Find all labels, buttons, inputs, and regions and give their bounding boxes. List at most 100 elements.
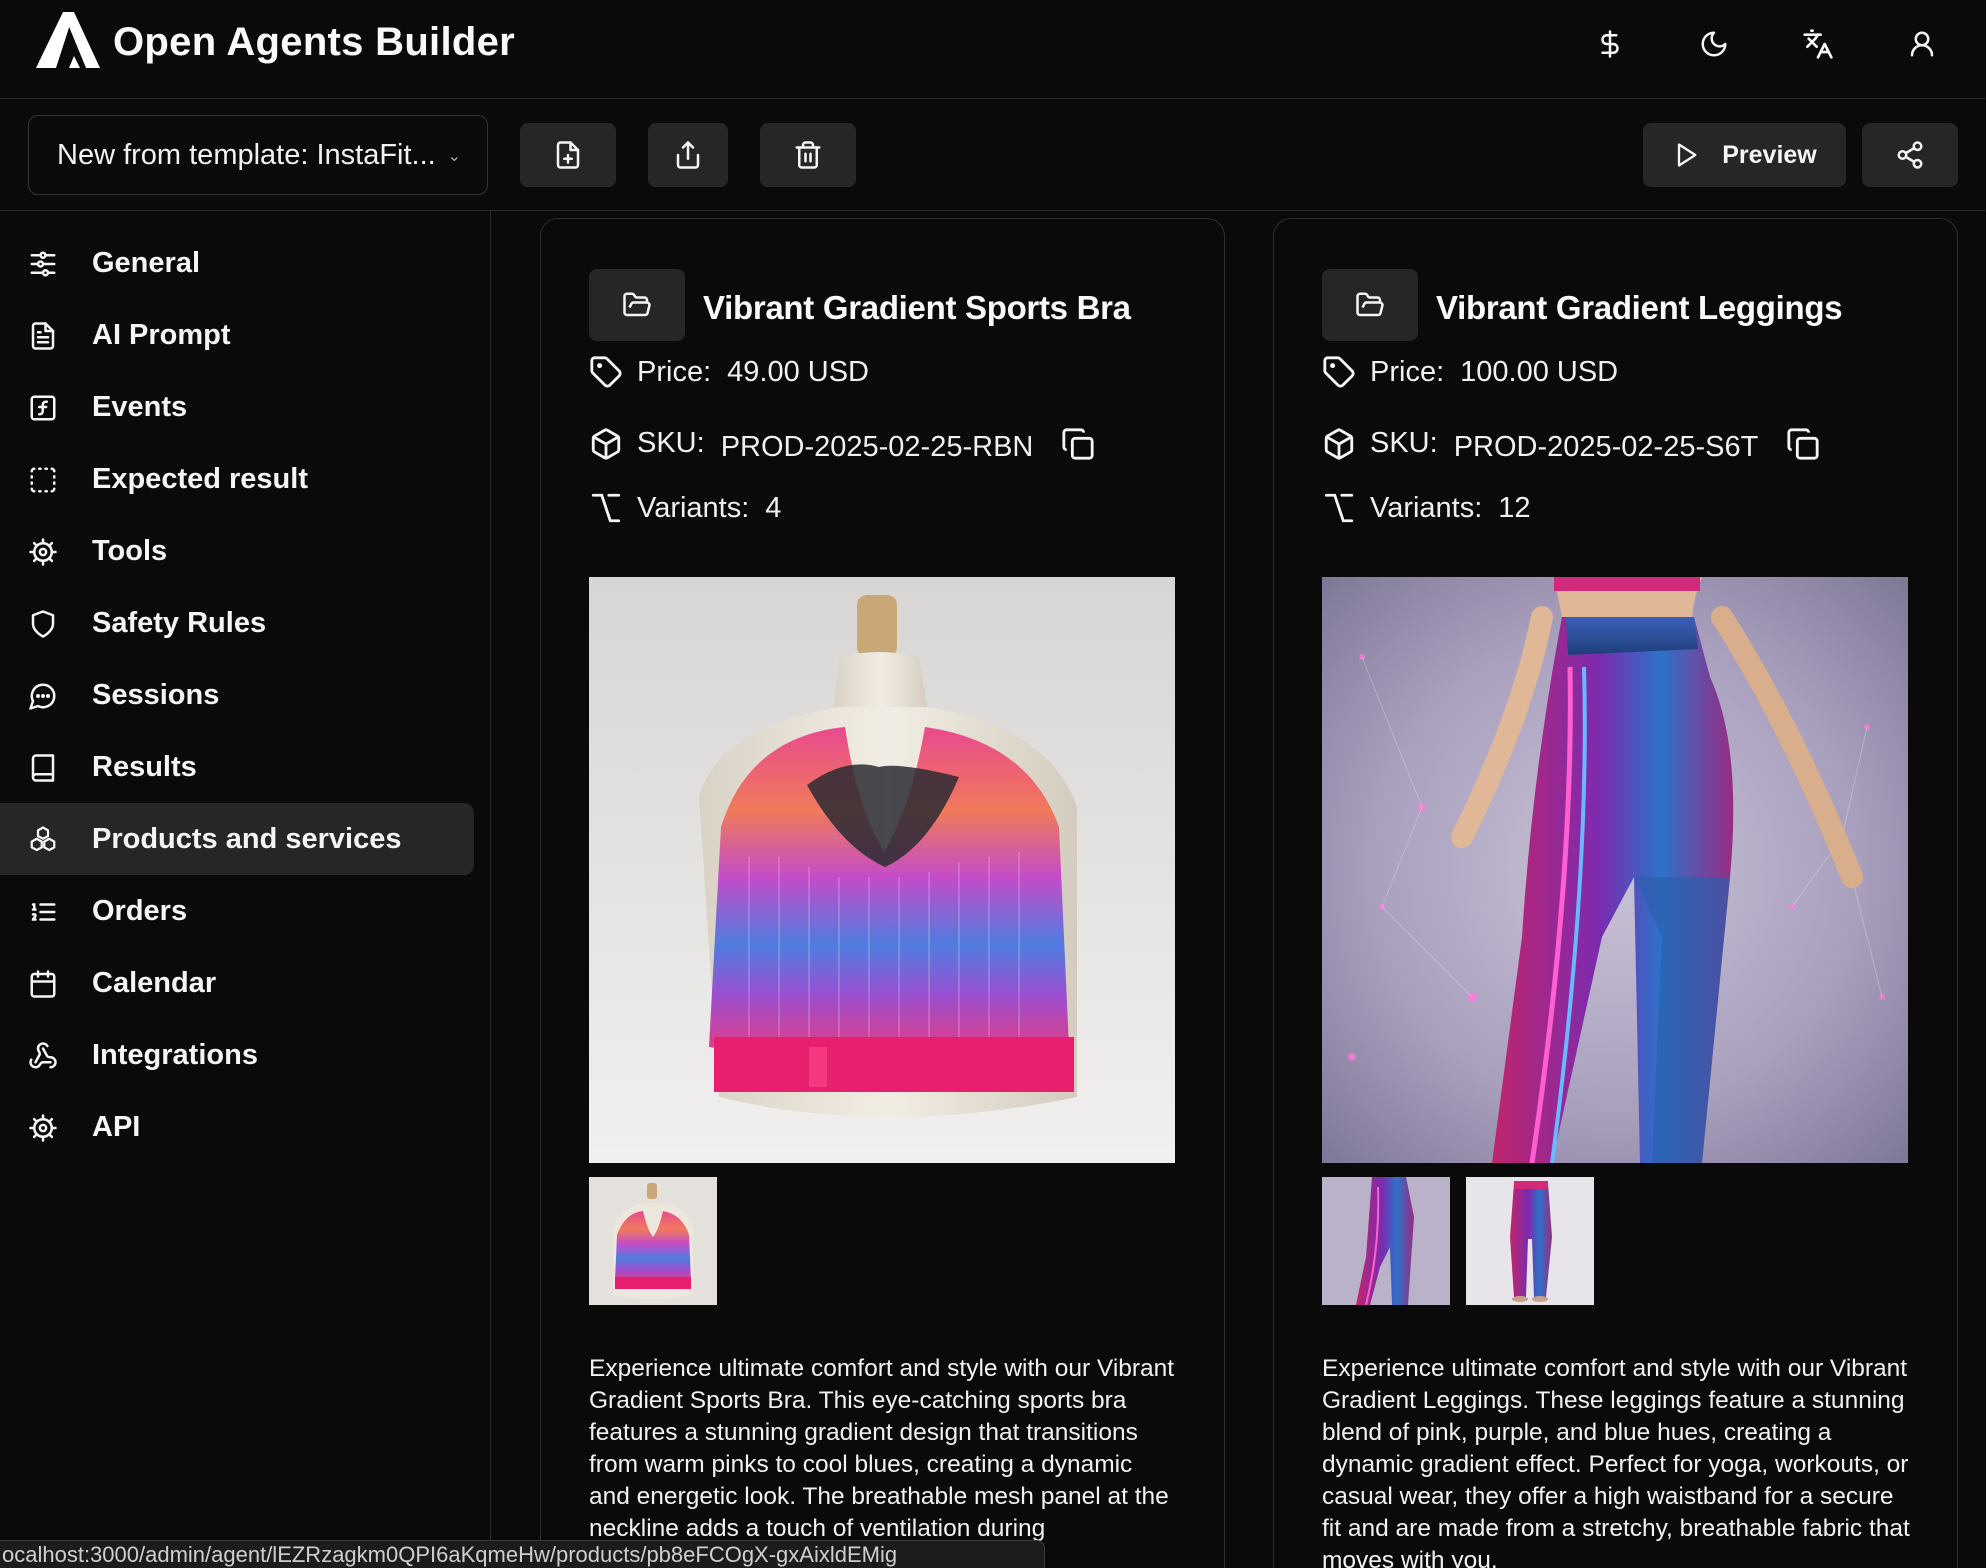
folder-open-icon: [623, 292, 651, 317]
option-icon: [591, 493, 621, 523]
sidebar-item-label: Expected result: [92, 462, 308, 495]
variants-row: Variants: 12: [1322, 491, 1531, 525]
shield-icon: [31, 610, 55, 638]
cog-icon: [29, 538, 57, 566]
sidebar-item-sessions[interactable]: Sessions: [0, 659, 474, 731]
open-folder-button[interactable]: [1322, 269, 1418, 341]
product-thumbnail[interactable]: [1322, 1177, 1450, 1305]
variants-value: 4: [765, 491, 782, 524]
dashed-square-icon: [30, 467, 56, 493]
sidebar-item-results[interactable]: Results: [0, 731, 474, 803]
tag-icon: [1323, 356, 1355, 388]
sidebar-item-ai-prompt[interactable]: AI Prompt: [0, 299, 474, 371]
moon-icon[interactable]: [1692, 22, 1736, 66]
sidebar-item-label: Results: [92, 750, 197, 783]
sidebar-item-label: Products and services: [92, 822, 402, 855]
calendar-icon: [30, 970, 56, 998]
price-row: Price: 49.00 USD: [589, 355, 869, 389]
sidebar-item-safety-rules[interactable]: Safety Rules: [0, 587, 474, 659]
variants-label: Variants:: [1370, 491, 1483, 524]
template-select-value: New from template: InstaFit...: [57, 138, 436, 171]
price-row: Price: 100.00 USD: [1322, 355, 1618, 389]
delete-button[interactable]: [760, 123, 856, 187]
file-plus-icon: [556, 141, 580, 169]
variants-label: Variants:: [637, 491, 750, 524]
sku-label: SKU:: [1370, 427, 1438, 459]
sidebar-item-label: API: [92, 1110, 141, 1143]
product-description: Experience ultimate comfort and style wi…: [589, 1355, 1175, 1542]
sidebar-item-calendar[interactable]: Calendar: [0, 947, 474, 1019]
product-main-image[interactable]: [1322, 577, 1908, 1163]
export-button[interactable]: [648, 123, 728, 187]
price-value: 49.00 USD: [727, 355, 869, 388]
sku-value: PROD-2025-02-25-RBN: [720, 431, 1034, 463]
sidebar-item-expected-result[interactable]: Expected result: [0, 443, 474, 515]
variants-row: Variants: 4: [589, 491, 781, 525]
app-title: Open Agents Builder: [113, 20, 516, 64]
sidebar-item-label: Tools: [92, 534, 168, 567]
preview-button[interactable]: Preview: [1643, 123, 1846, 187]
sliders-icon: [30, 251, 56, 277]
product-card: Vibrant Gradient Sports Bra Price: 49.00…: [540, 218, 1225, 1568]
document-icon: [31, 322, 55, 350]
cog-icon: [29, 1114, 57, 1142]
sidebar-item-products-and-services[interactable]: Products and services: [0, 803, 474, 875]
preview-label: Preview: [1722, 140, 1817, 169]
chat-icon: [29, 683, 56, 710]
folder-open-icon: [1356, 292, 1384, 317]
sku-row: SKU: PROD-2025-02-25-S6T: [1322, 423, 1820, 464]
sidebar-item-events[interactable]: Events: [0, 371, 474, 443]
sku-value: PROD-2025-02-25-S6T: [1453, 431, 1759, 463]
sidebar-item-label: Events: [92, 390, 188, 423]
function-icon: [30, 395, 56, 421]
trash-icon: [795, 141, 821, 169]
new-file-button[interactable]: [520, 123, 616, 187]
share-upload-icon: [676, 141, 700, 169]
sidebar-item-label: Integrations: [92, 1038, 258, 1071]
user-icon[interactable]: [1900, 22, 1944, 66]
status-bar-url: ocalhost:3000/admin/agent/lEZRzagkm0QPI6…: [0, 1540, 1045, 1568]
sidebar-item-general[interactable]: General: [0, 227, 474, 299]
play-icon: [1678, 143, 1697, 167]
translate-icon[interactable]: [1796, 22, 1840, 66]
top-header: Open Agents Builder: [0, 0, 1986, 99]
sidebar-item-label: Calendar: [92, 966, 217, 999]
book-icon: [31, 754, 55, 782]
sidebar-item-api[interactable]: API: [0, 1091, 474, 1163]
list-icon: [31, 903, 56, 921]
cube-icon: [1324, 427, 1354, 460]
product-thumbnail[interactable]: [589, 1177, 717, 1305]
share-button[interactable]: [1862, 123, 1958, 187]
option-icon: [1324, 493, 1354, 523]
sidebar-item-orders[interactable]: Orders: [0, 875, 474, 947]
product-title: Vibrant Gradient Leggings: [1436, 289, 1843, 326]
price-label: Price:: [1370, 355, 1445, 388]
variants-value: 12: [1498, 491, 1531, 524]
sidebar-item-label: Safety Rules: [92, 606, 267, 639]
sidebar-item-label: General: [92, 246, 200, 279]
cube-icon: [591, 427, 621, 460]
webhook-icon: [29, 1042, 57, 1069]
template-select[interactable]: New from template: InstaFit... ⌄: [28, 115, 488, 195]
dollar-icon[interactable]: [1588, 22, 1632, 66]
product-description: Experience ultimate comfort and style wi…: [1322, 1355, 1910, 1568]
tag-icon: [590, 356, 622, 388]
sidebar-item-label: Orders: [92, 894, 188, 927]
copy-icon[interactable]: [1786, 427, 1820, 461]
product-main-image[interactable]: [589, 577, 1175, 1163]
product-thumbnail[interactable]: [1466, 1177, 1594, 1305]
sidebar-item-label: AI Prompt: [92, 318, 231, 351]
sidebar-item-tools[interactable]: Tools: [0, 515, 474, 587]
toolbar: New from template: InstaFit... ⌄ Preview: [0, 99, 1986, 211]
product-title: Vibrant Gradient Sports Bra: [703, 289, 1131, 326]
sku-label: SKU:: [637, 427, 705, 459]
sidebar: General AI Prompt Events Expected result…: [0, 211, 491, 1568]
boxes-icon: [30, 826, 56, 852]
sidebar-item-integrations[interactable]: Integrations: [0, 1019, 474, 1091]
share-icon: [1897, 141, 1923, 169]
sku-row: SKU: PROD-2025-02-25-RBN: [589, 423, 1095, 464]
product-card: Vibrant Gradient Leggings Price: 100.00 …: [1273, 218, 1958, 1568]
open-folder-button[interactable]: [589, 269, 685, 341]
price-label: Price:: [637, 355, 712, 388]
copy-icon[interactable]: [1061, 427, 1095, 461]
